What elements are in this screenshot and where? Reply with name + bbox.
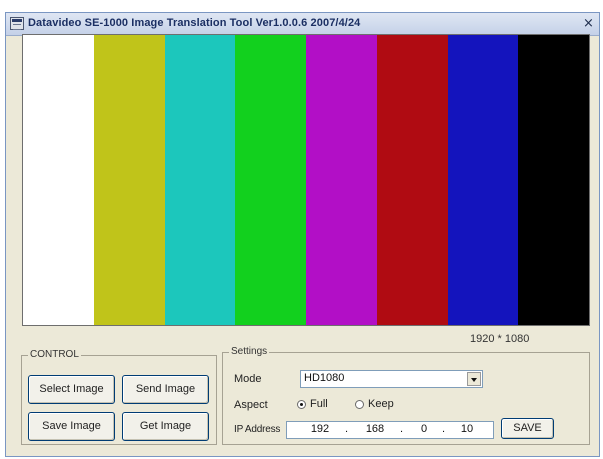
ip-octet-4[interactable]: 10 [452, 423, 482, 435]
close-icon[interactable]: × [581, 16, 596, 31]
aspect-full-label[interactable]: Full [310, 398, 328, 410]
settings-group-label: Settings [229, 346, 270, 358]
window-title: Datavideo SE-1000 Image Translation Tool… [28, 17, 361, 29]
resolution-label: 1920 * 1080 [470, 333, 530, 345]
chevron-down-icon[interactable] [467, 372, 481, 386]
ip-octet-1[interactable]: 192 [305, 423, 335, 435]
aspect-label: Aspect [234, 399, 268, 411]
ip-octet-3[interactable]: 0 [409, 423, 439, 435]
ip-separator: . [345, 423, 349, 435]
send-image-button[interactable]: Send Image [122, 375, 209, 404]
aspect-keep-label[interactable]: Keep [368, 398, 394, 410]
ip-address-label: IP Address [234, 424, 281, 435]
color-bar-cyan [164, 35, 236, 325]
mode-select-value: HD1080 [304, 372, 345, 384]
title-bar[interactable]: Datavideo SE-1000 Image Translation Tool… [6, 13, 599, 36]
save-image-button[interactable]: Save Image [28, 412, 115, 441]
aspect-full-radio[interactable] [297, 400, 306, 409]
control-group: CONTROL Select Image Send Image Save Ima… [21, 349, 217, 445]
color-bar-black [518, 35, 589, 325]
ip-separator: . [400, 423, 404, 435]
aspect-keep-radio[interactable] [355, 400, 364, 409]
color-bar-white [23, 35, 94, 325]
ip-address-field[interactable]: 192 . 168 . 0 . 10 [286, 421, 494, 439]
settings-group: Settings Mode HD1080 Aspect Full Keep IP… [222, 346, 590, 445]
control-group-label: CONTROL [28, 349, 81, 361]
get-image-button[interactable]: Get Image [122, 412, 209, 441]
color-bar-magenta [306, 35, 377, 325]
color-bar-yellow [93, 35, 165, 325]
color-bar-green [235, 35, 306, 325]
color-bar-blue [447, 35, 519, 325]
select-image-button[interactable]: Select Image [28, 375, 115, 404]
color-bar-red [376, 35, 448, 325]
ip-separator: . [442, 423, 446, 435]
ip-octet-2[interactable]: 168 [360, 423, 390, 435]
mode-select[interactable]: HD1080 [300, 370, 483, 388]
mode-label: Mode [234, 373, 262, 385]
app-icon [10, 17, 24, 30]
image-preview [22, 34, 590, 326]
save-settings-button[interactable]: SAVE [501, 418, 554, 439]
